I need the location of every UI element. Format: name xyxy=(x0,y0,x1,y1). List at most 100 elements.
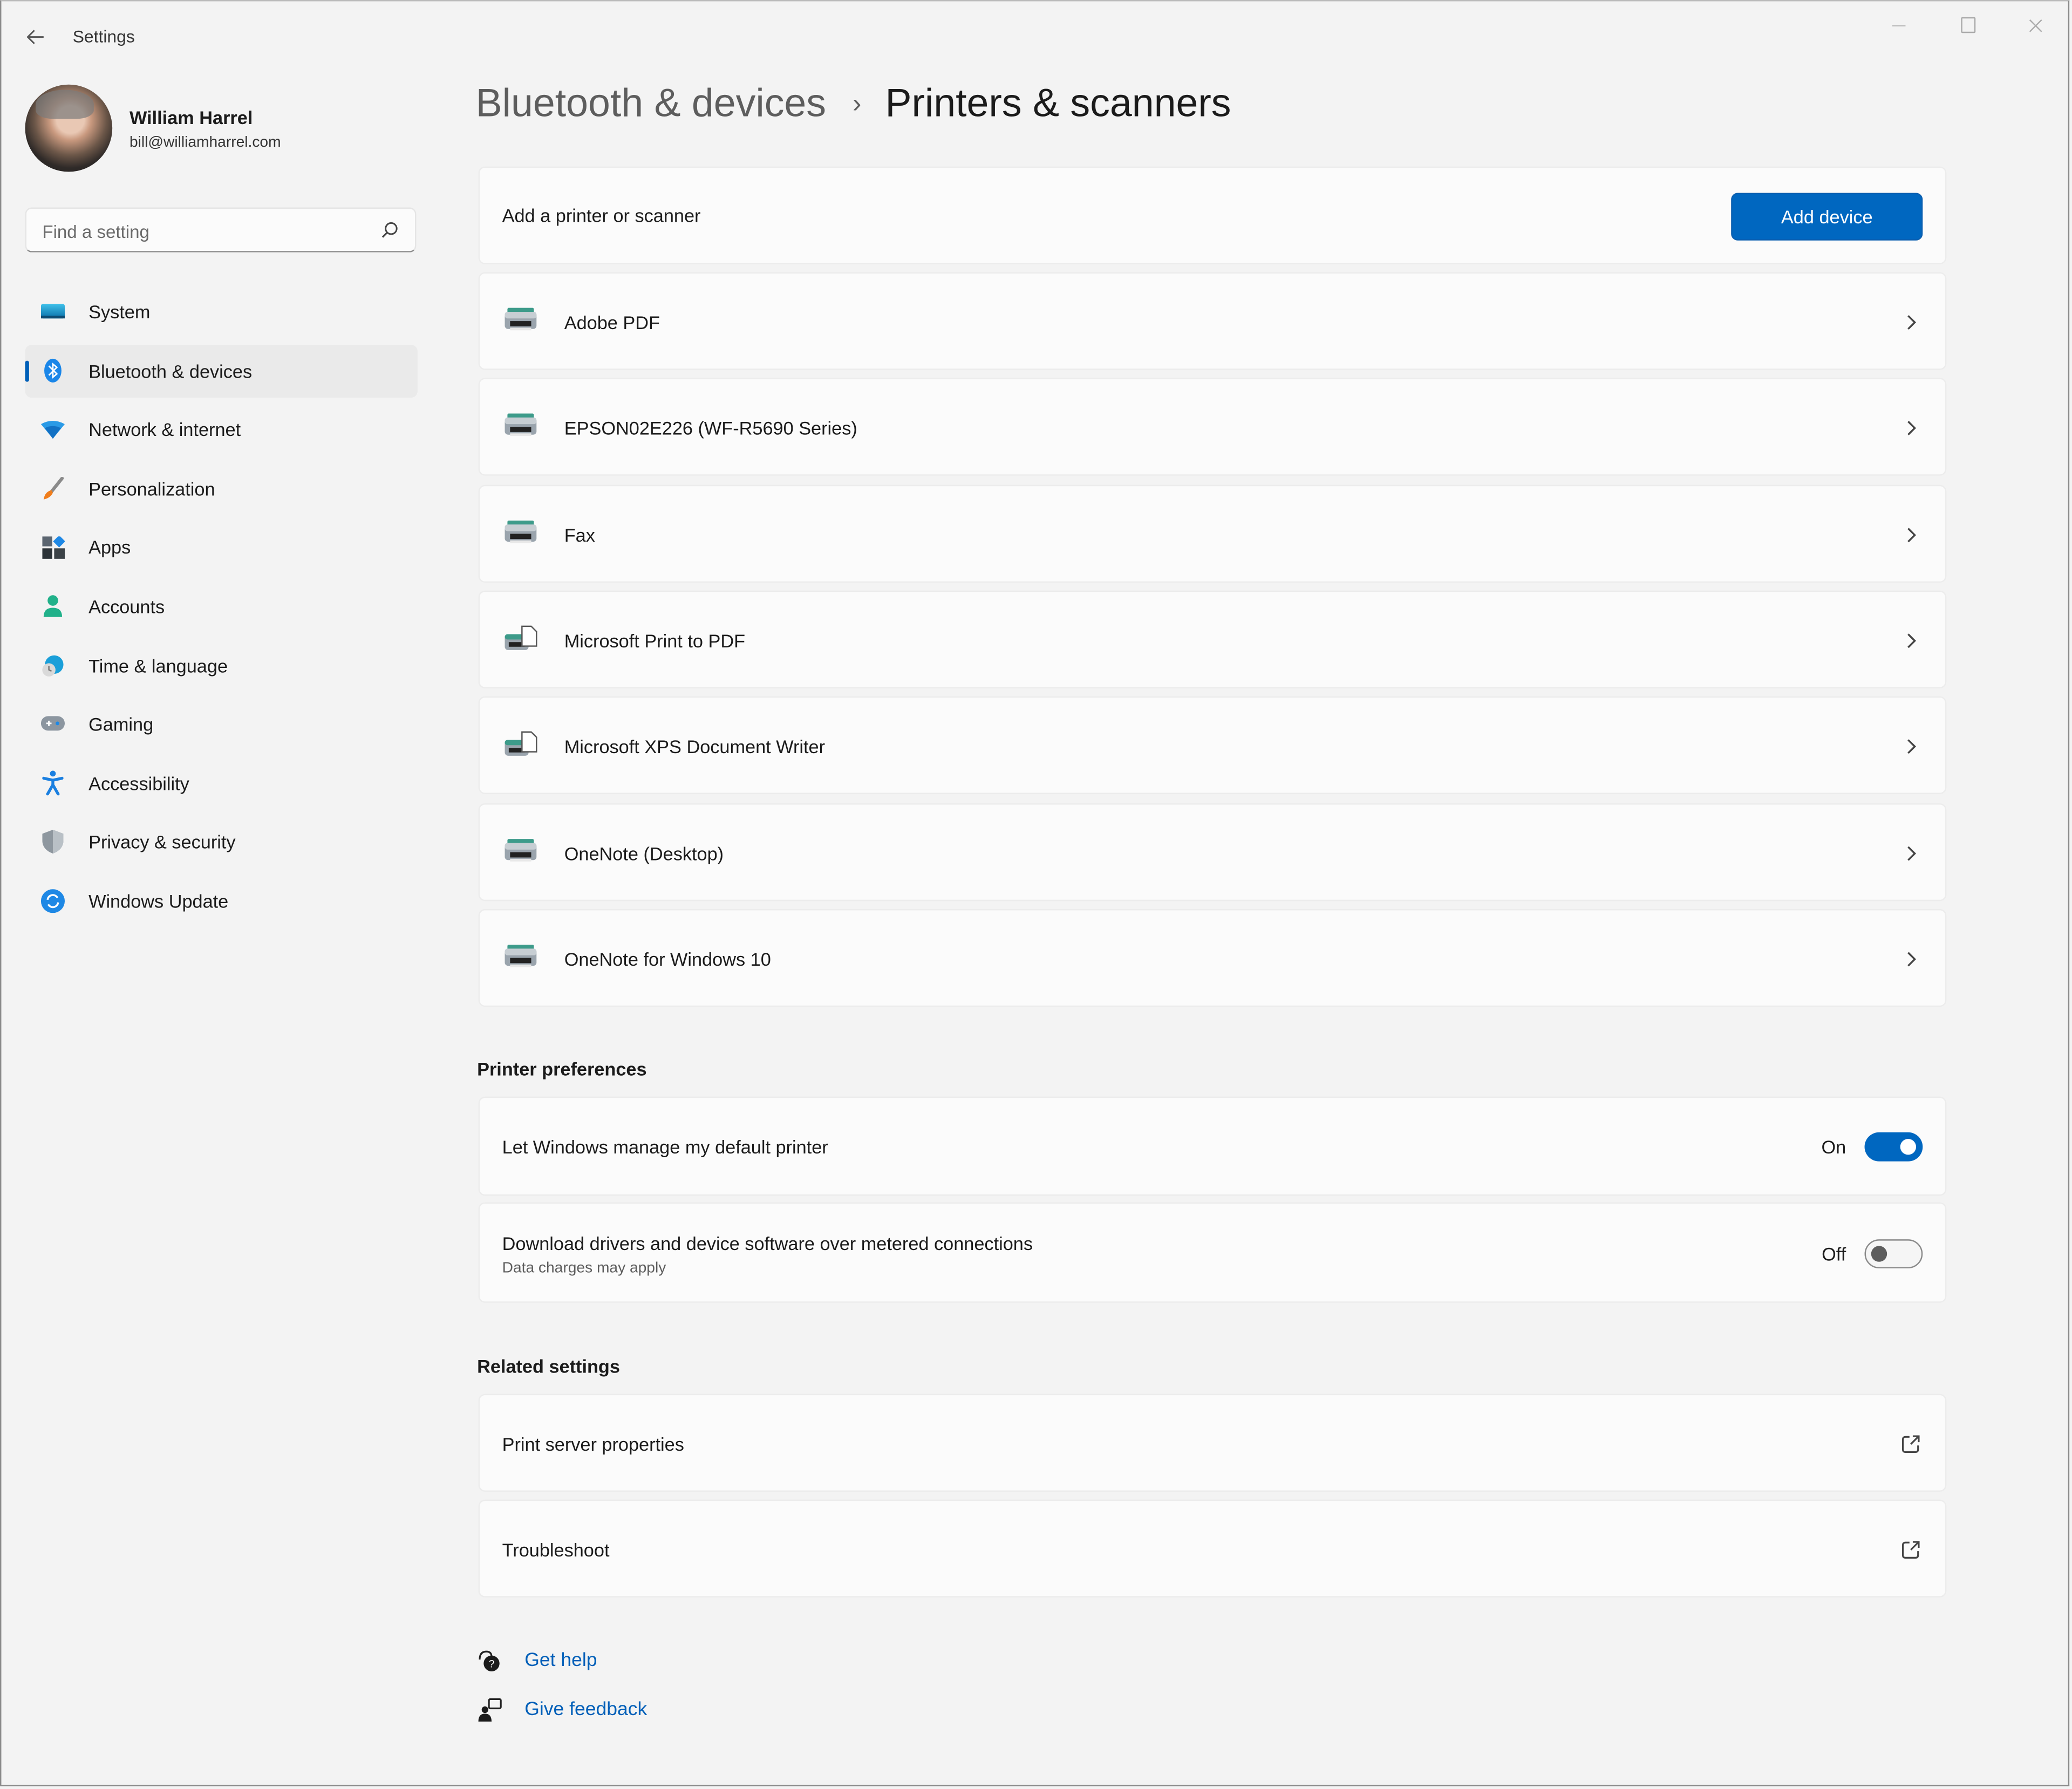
close-button[interactable] xyxy=(2005,8,2066,43)
apps-icon xyxy=(41,536,65,559)
open-external-icon xyxy=(1901,1541,1920,1559)
printer-icon xyxy=(503,518,538,548)
default-printer-toggle[interactable] xyxy=(1864,1132,1923,1162)
sidebar-item-gaming[interactable]: Gaming xyxy=(25,698,418,750)
toggle-knob xyxy=(1900,1139,1917,1155)
printer-name: OneNote (Desktop) xyxy=(564,842,724,864)
printer-list-item[interactable]: Adobe PDF xyxy=(478,272,1947,370)
settings-window: Settings William Harrel bill@williamharr… xyxy=(0,0,2072,1789)
feedback-icon xyxy=(478,1698,502,1722)
related-label: Print server properties xyxy=(502,1433,684,1455)
sidebar-item-label: Time & language xyxy=(88,654,228,676)
breadcrumb-separator-icon: › xyxy=(853,89,862,119)
close-icon xyxy=(2028,18,2042,32)
sidebar-item-label: System xyxy=(88,301,151,323)
sidebar-item-apps[interactable]: Apps xyxy=(25,521,418,574)
printer-name: Microsoft Print to PDF xyxy=(564,630,746,652)
give-feedback-label: Give feedback xyxy=(524,1699,648,1720)
open-external-icon xyxy=(1901,1435,1920,1453)
user-name: William Harrel xyxy=(130,107,253,128)
chevron-right-icon xyxy=(1907,845,1917,861)
avatar[interactable] xyxy=(25,84,113,172)
sidebar-item-accounts[interactable]: Accounts xyxy=(25,580,418,633)
chevron-right-icon xyxy=(1907,952,1917,966)
sidebar-item-label: Apps xyxy=(88,537,131,558)
pref-default-printer: Let Windows manage my default printer On xyxy=(478,1096,1947,1196)
toggle-state-label: Off xyxy=(1822,1243,1846,1265)
printer-name: Fax xyxy=(564,524,595,545)
printer-list-item[interactable]: OneNote (Desktop) xyxy=(478,802,1947,900)
printer-document-icon xyxy=(503,731,538,760)
printer-icon xyxy=(503,413,538,442)
troubleshoot-link[interactable]: Troubleshoot xyxy=(478,1499,1947,1597)
sidebar-item-label: Accounts xyxy=(88,596,165,617)
add-device-button[interactable]: Add device xyxy=(1731,193,1923,241)
toggle-container: On xyxy=(1821,1132,1923,1162)
sidebar-item-label: Windows Update xyxy=(88,890,229,912)
toggle-container: Off xyxy=(1822,1239,1923,1269)
sidebar-item-label: Accessibility xyxy=(88,773,189,794)
related-label: Troubleshoot xyxy=(502,1539,610,1561)
printer-icon xyxy=(503,943,538,972)
chevron-right-icon xyxy=(1907,421,1917,436)
pref-label: Download drivers and device software ove… xyxy=(502,1232,1033,1254)
search-input[interactable] xyxy=(39,208,376,254)
sidebar-item-bluetooth-devices[interactable]: Bluetooth & devices xyxy=(25,344,418,398)
chevron-right-icon xyxy=(1907,527,1917,542)
print-server-properties-link[interactable]: Print server properties xyxy=(478,1394,1947,1492)
printer-list-item[interactable]: EPSON02E226 (WF-R5690 Series) xyxy=(478,378,1947,476)
sidebar-item-privacy-security[interactable]: Privacy & security xyxy=(25,816,418,869)
chevron-right-icon xyxy=(1907,633,1917,648)
globe-clock-icon xyxy=(41,653,65,677)
breadcrumb: Bluetooth & devices › Printers & scanner… xyxy=(476,82,1231,127)
printer-list-item[interactable]: Microsoft XPS Document Writer xyxy=(478,697,1947,795)
metered-downloads-toggle[interactable] xyxy=(1864,1239,1923,1269)
sidebar-item-network-internet[interactable]: Network & internet xyxy=(25,403,418,456)
get-help-link[interactable]: ? Get help xyxy=(477,1648,597,1674)
bluetooth-icon xyxy=(41,359,65,383)
shield-icon xyxy=(41,830,65,854)
sidebar-item-windows-update[interactable]: Windows Update xyxy=(25,875,418,927)
chevron-right-icon xyxy=(1907,739,1917,754)
printer-name: Adobe PDF xyxy=(564,311,660,333)
accessibility-icon xyxy=(41,771,65,796)
gamepad-icon xyxy=(40,712,65,736)
back-button[interactable] xyxy=(18,21,53,53)
printer-icon xyxy=(503,306,538,336)
sidebar-item-time-language[interactable]: Time & language xyxy=(25,639,418,692)
minimize-icon xyxy=(1892,24,1906,26)
pref-label: Let Windows manage my default printer xyxy=(502,1136,828,1158)
printer-list-item[interactable]: Microsoft Print to PDF xyxy=(478,590,1947,688)
get-help-label: Get help xyxy=(524,1650,597,1671)
minimize-button[interactable] xyxy=(1869,8,1930,43)
sidebar-item-label: Personalization xyxy=(88,478,215,500)
related-settings-title: Related settings xyxy=(477,1355,620,1377)
sidebar-item-system[interactable]: System xyxy=(25,285,418,338)
give-feedback-link[interactable]: Give feedback xyxy=(477,1697,647,1723)
pref-metered-downloads: Download drivers and device software ove… xyxy=(478,1202,1947,1303)
printer-name: OneNote for Windows 10 xyxy=(564,948,771,970)
sidebar-item-label: Network & internet xyxy=(88,419,241,440)
user-email: bill@williamharrel.com xyxy=(130,134,281,151)
toggle-knob xyxy=(1871,1246,1887,1262)
sidebar-item-label: Bluetooth & devices xyxy=(88,360,253,381)
add-printer-label: Add a printer or scanner xyxy=(502,204,701,226)
printer-name: Microsoft XPS Document Writer xyxy=(564,736,826,757)
search-icon[interactable] xyxy=(380,221,399,239)
printer-list-item[interactable]: Fax xyxy=(478,484,1947,583)
printer-document-icon xyxy=(503,625,538,654)
person-icon xyxy=(41,595,65,618)
svg-text:?: ? xyxy=(489,1658,495,1670)
search-box xyxy=(25,207,417,254)
wifi-icon xyxy=(40,418,65,441)
sidebar-item-personalization[interactable]: Personalization xyxy=(25,462,418,515)
update-icon xyxy=(40,889,65,913)
page-title: Printers & scanners xyxy=(885,81,1231,126)
brush-icon xyxy=(41,476,65,501)
breadcrumb-parent[interactable]: Bluetooth & devices xyxy=(476,82,826,127)
printer-list-item[interactable]: OneNote for Windows 10 xyxy=(478,909,1947,1007)
maximize-button[interactable] xyxy=(1937,8,1998,43)
toggle-state-label: On xyxy=(1821,1136,1846,1158)
sidebar-item-accessibility[interactable]: Accessibility xyxy=(25,757,418,810)
system-icon xyxy=(40,300,65,324)
